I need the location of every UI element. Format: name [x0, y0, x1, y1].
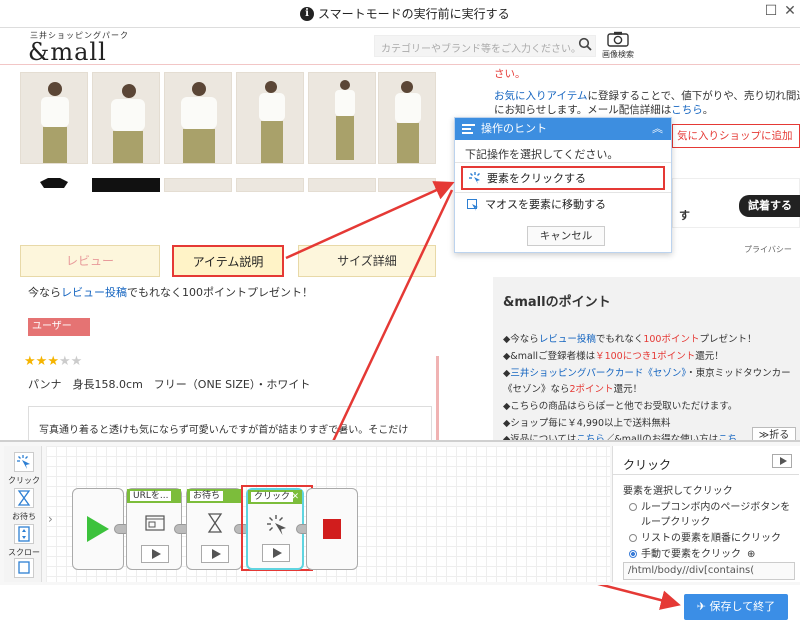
- tool-click[interactable]: クリック: [8, 452, 40, 486]
- web-page-icon: [145, 515, 165, 531]
- radio-label: リストの要素を順番にクリック: [641, 533, 781, 544]
- hourglass-icon: [207, 513, 223, 533]
- props-divider: [613, 474, 799, 475]
- window-icon: [14, 558, 34, 578]
- radio-icon: [629, 503, 637, 511]
- node-label: URLを...: [130, 491, 172, 501]
- props-play-button[interactable]: [772, 454, 792, 468]
- properties-panel: クリック 要素を選択してクリック ループコンボ内のページボタンを ループクリック…: [612, 446, 800, 582]
- click-burst-icon: [267, 515, 286, 535]
- node-header: クリック ✕: [248, 490, 302, 504]
- radio-label: 手動で要素をクリック: [641, 549, 741, 560]
- save-label: 保存して終了: [709, 600, 776, 613]
- tool-label: クリック: [8, 476, 40, 485]
- scroll-icon: [14, 524, 34, 544]
- node-play-button[interactable]: [262, 544, 290, 562]
- play-icon: [780, 457, 787, 465]
- flow-end-node[interactable]: [306, 488, 358, 570]
- tool-palette: クリック お待ち スクロール: [4, 446, 42, 582]
- tool-more[interactable]: [8, 558, 40, 581]
- send-icon: ✈: [696, 600, 707, 613]
- radio-list-sequence[interactable]: リストの要素を順番にクリック: [629, 529, 781, 544]
- click-burst-icon: [14, 452, 34, 472]
- hourglass-icon: [14, 488, 34, 508]
- props-section-label: 要素を選択してクリック: [623, 486, 733, 497]
- tool-label: お待ち: [12, 512, 36, 521]
- node-header: お待ち: [187, 489, 241, 503]
- save-and-exit-button[interactable]: ✈ 保存して終了: [684, 594, 788, 620]
- chevron-right-icon[interactable]: ›: [48, 512, 53, 526]
- node-label: クリック: [251, 492, 294, 502]
- radio-loop-page-button[interactable]: ループコンボ内のページボタンを: [629, 498, 790, 513]
- node-label: お待ち: [190, 491, 224, 501]
- node-header: URLを...: [127, 489, 181, 503]
- props-title: クリック: [623, 458, 672, 472]
- radio-label: ループコンボ内のページボタンを: [641, 502, 791, 513]
- radio-icon: [629, 550, 637, 558]
- app-root: i スマートモードの実行前に実行する ☐ ✕ 三井ショッピングパーク &mall…: [0, 0, 800, 625]
- node-play-button[interactable]: [141, 545, 169, 563]
- radio-loop-page-button-2: ループクリック: [641, 517, 711, 528]
- radio-manual-click[interactable]: 手動で要素をクリック ⊕: [629, 545, 755, 560]
- stop-icon: [323, 519, 341, 539]
- xpath-input[interactable]: /html/body//div[contains(: [623, 562, 795, 580]
- play-icon: [87, 516, 109, 542]
- crosshair-icon[interactable]: ⊕: [747, 549, 755, 560]
- node-play-button[interactable]: [201, 545, 229, 563]
- tool-wait[interactable]: お待ち: [8, 488, 40, 522]
- close-icon[interactable]: ✕: [291, 490, 299, 504]
- radio-icon: [629, 534, 637, 542]
